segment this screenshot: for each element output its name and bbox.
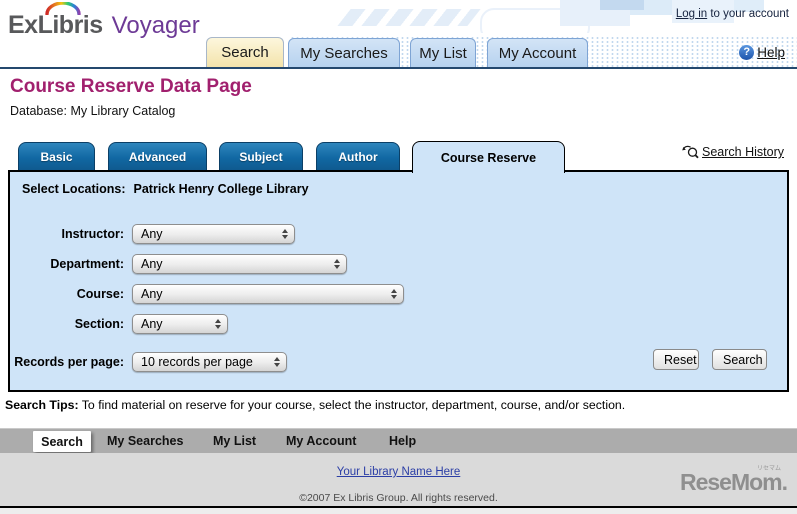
spinner-arrows-icon	[334, 259, 340, 269]
tab-basic[interactable]: Basic	[18, 142, 95, 170]
search-tips: Search Tips: To find material on reserve…	[5, 398, 785, 412]
library-name-link[interactable]: Your Library Name Here	[0, 466, 797, 478]
help-link-label: Help	[757, 45, 785, 60]
tab-course-reserve[interactable]: Course Reserve	[412, 141, 565, 173]
help-link[interactable]: ? Help	[739, 45, 785, 60]
spinner-arrows-icon	[274, 357, 280, 367]
department-select[interactable]: Any	[132, 254, 347, 274]
voyager-wordmark: Voyager	[111, 12, 200, 39]
department-label: Department:	[50, 257, 124, 271]
tab-my-searches[interactable]: My Searches	[288, 38, 400, 67]
login-row: Log in to your account	[676, 8, 789, 20]
spinner-arrows-icon	[215, 319, 221, 329]
bottom-nav-my-account[interactable]: My Account	[286, 434, 356, 448]
instructor-selected-value: Any	[141, 227, 163, 241]
header-divider	[0, 67, 797, 69]
database-label: Database:	[10, 104, 67, 118]
section-select[interactable]: Any	[132, 314, 228, 334]
select-locations-label: Select Locations:	[22, 182, 126, 196]
tab-my-list[interactable]: My List	[410, 38, 476, 67]
login-link[interactable]: Log in	[676, 8, 707, 20]
search-button[interactable]: Search	[712, 349, 767, 370]
search-tips-label: Search Tips:	[5, 398, 79, 412]
tab-advanced[interactable]: Advanced	[108, 142, 207, 170]
resemom-watermark: リセマム ReseMom.	[679, 466, 788, 496]
records-per-page-label: Records per page:	[14, 355, 124, 369]
bottom-nav-my-searches[interactable]: My Searches	[107, 434, 183, 448]
section-label: Section:	[74, 317, 124, 331]
records-per-page-select[interactable]: 10 records per page	[132, 352, 287, 372]
bottom-nav-help[interactable]: Help	[389, 434, 416, 448]
tab-search[interactable]: Search	[206, 37, 284, 67]
search-tabset: Basic Advanced Subject Author Course Res…	[8, 141, 789, 392]
instructor-label: Instructor:	[61, 227, 125, 241]
tab-subject[interactable]: Subject	[219, 142, 303, 170]
voyager-app: ExLibris Voyager Log in to your account S…	[0, 0, 797, 514]
section-selected-value: Any	[141, 317, 163, 331]
exlibris-wordmark: ExLibris	[8, 11, 103, 39]
search-tips-text: To find material on reserve for your cou…	[78, 398, 626, 412]
reset-button[interactable]: Reset	[653, 349, 699, 370]
select-locations-line: Select Locations: Patrick Henry College L…	[22, 182, 309, 196]
course-select[interactable]: Any	[132, 284, 404, 304]
top-header: ExLibris Voyager Log in to your account S…	[0, 0, 797, 69]
database-line: Database: My Library Catalog	[10, 104, 175, 118]
bottom-nav-my-list[interactable]: My List	[213, 434, 256, 448]
spinner-arrows-icon	[282, 229, 288, 239]
login-suffix: to your account	[707, 8, 789, 20]
resemom-logo-text: ReseMom.	[679, 469, 788, 495]
resemom-ruby-text: リセマム	[756, 466, 781, 472]
help-icon: ?	[739, 45, 755, 60]
select-locations-value: Patrick Henry College Library	[133, 182, 309, 196]
page-title: Course Reserve Data Page	[10, 76, 252, 97]
bottom-nav-search[interactable]: Search	[33, 431, 91, 452]
department-selected-value: Any	[141, 257, 163, 271]
records-per-page-value: 10 records per page	[141, 355, 253, 369]
bottom-strip	[0, 508, 797, 514]
course-selected-value: Any	[141, 287, 163, 301]
tab-my-account[interactable]: My Account	[487, 38, 588, 67]
database-value: My Library Catalog	[70, 104, 176, 118]
spinner-arrows-icon	[391, 289, 397, 299]
instructor-select[interactable]: Any	[132, 224, 295, 244]
tab-author[interactable]: Author	[316, 142, 400, 170]
course-label: Course:	[76, 287, 124, 301]
bottom-nav: Search My Searches My List My Account He…	[0, 428, 797, 453]
copyright-text: ©2007 Ex Libris Group. All rights reserv…	[299, 492, 498, 504]
course-reserve-panel: Select Locations: Patrick Henry College L…	[8, 170, 789, 392]
footer: Your Library Name Here ©2007 Ex Libris G…	[0, 453, 797, 506]
